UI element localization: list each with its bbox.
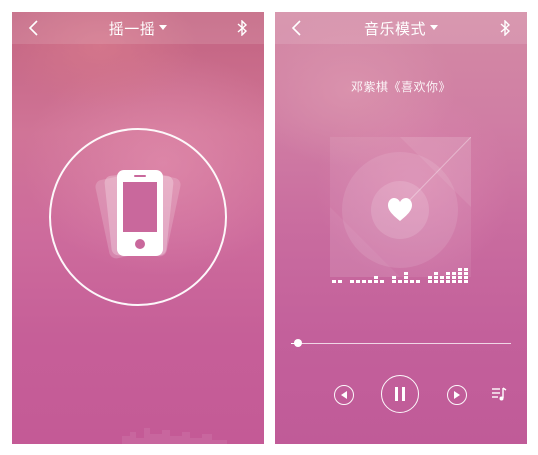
equalizer-bar bbox=[452, 272, 456, 275]
equalizer-bar bbox=[380, 280, 384, 283]
equalizer-bar bbox=[458, 276, 462, 279]
pause-icon bbox=[395, 387, 405, 401]
bluetooth-icon[interactable] bbox=[236, 20, 248, 36]
equalizer-bar bbox=[434, 276, 438, 279]
equalizer-bar bbox=[398, 280, 402, 283]
next-button[interactable] bbox=[447, 385, 467, 405]
equalizer-bar bbox=[434, 280, 438, 283]
equalizer-bar bbox=[428, 276, 432, 279]
next-icon bbox=[454, 391, 460, 399]
equalizer-bar bbox=[392, 280, 396, 283]
equalizer-bar bbox=[446, 276, 450, 279]
equalizer-bar bbox=[404, 272, 408, 275]
caret-down-icon[interactable] bbox=[430, 25, 438, 31]
equalizer-bar bbox=[464, 272, 468, 275]
equalizer-bar bbox=[446, 272, 450, 275]
prev-icon bbox=[341, 391, 347, 399]
equalizer-bar bbox=[392, 276, 396, 279]
equalizer-bar bbox=[362, 280, 366, 283]
equalizer-bar bbox=[332, 280, 336, 283]
equalizer-bar bbox=[410, 280, 414, 283]
music-mode-screen: 音乐模式 邓紫棋《喜欢你》 bbox=[275, 12, 527, 444]
equalizer-bar bbox=[458, 280, 462, 283]
playlist-icon[interactable] bbox=[491, 386, 507, 402]
equalizer-bar bbox=[404, 280, 408, 283]
shake-screen: 摇一摇 bbox=[12, 12, 264, 444]
equalizer-bar bbox=[374, 276, 378, 279]
page-title[interactable]: 音乐模式 bbox=[364, 18, 426, 39]
song-label: 邓紫棋《喜欢你》 bbox=[350, 80, 451, 94]
page-title[interactable]: 摇一摇 bbox=[109, 18, 156, 39]
caret-down-icon[interactable] bbox=[159, 25, 168, 31]
previous-button[interactable] bbox=[334, 385, 354, 405]
equalizer-bar bbox=[464, 276, 468, 279]
album-art bbox=[330, 136, 472, 283]
title-area[interactable]: 音乐模式 bbox=[275, 12, 527, 44]
equalizer-bar bbox=[440, 276, 444, 279]
equalizer-bar bbox=[374, 280, 378, 283]
title-area[interactable]: 摇一摇 bbox=[12, 12, 264, 44]
equalizer-bar bbox=[356, 280, 360, 283]
skyline-decoration bbox=[122, 428, 227, 444]
equalizer-bar bbox=[404, 276, 408, 279]
equalizer bbox=[332, 268, 468, 283]
equalizer-bar bbox=[458, 268, 462, 271]
equalizer-bar bbox=[368, 280, 372, 283]
pause-button[interactable] bbox=[381, 375, 419, 413]
shake-phone-icon bbox=[95, 170, 181, 259]
equalizer-bar bbox=[464, 268, 468, 271]
seek-thumb[interactable] bbox=[293, 339, 302, 347]
equalizer-bar bbox=[446, 280, 450, 283]
equalizer-bar bbox=[338, 280, 342, 283]
equalizer-bar bbox=[452, 280, 456, 283]
equalizer-bar bbox=[428, 280, 432, 283]
equalizer-bar bbox=[464, 280, 468, 283]
seek-bar[interactable] bbox=[291, 343, 511, 344]
album-art-graphic bbox=[330, 136, 472, 277]
equalizer-bar bbox=[416, 280, 420, 283]
equalizer-bar bbox=[452, 276, 456, 279]
equalizer-bar bbox=[458, 272, 462, 275]
equalizer-bar bbox=[434, 272, 438, 275]
equalizer-bar bbox=[350, 280, 354, 283]
equalizer-bar bbox=[440, 280, 444, 283]
bluetooth-icon[interactable] bbox=[499, 20, 511, 36]
